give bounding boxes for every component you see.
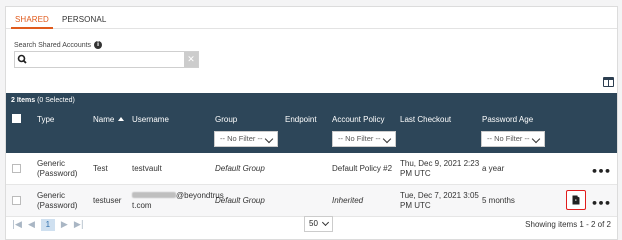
search-label-text: Search Shared Accounts [14, 41, 92, 49]
tab-shared[interactable]: SHARED [11, 15, 53, 29]
selected-count: (0 Selected) [37, 97, 75, 104]
chevron-down-icon [321, 218, 330, 227]
chevron-down-icon [531, 134, 541, 144]
more-options-icon[interactable]: ••• [591, 165, 611, 178]
cell-password-age: a year [482, 164, 505, 173]
cell-type: Generic (Password) [37, 191, 77, 211]
row-checkbox[interactable] [12, 164, 21, 173]
search-label: Search Shared Accounts i [14, 41, 103, 49]
tab-personal[interactable]: PERSONAL [62, 15, 106, 24]
type-line-2: (Password) [37, 169, 78, 178]
column-header-account-policy[interactable]: Account Policy [332, 115, 384, 124]
password-age-filter-value: -- No Filter -- [487, 134, 530, 143]
cell-password-age: 5 months [482, 196, 515, 205]
last-page-icon[interactable]: ▶| [74, 220, 84, 230]
type-line-1: Generic [37, 191, 66, 200]
account-policy-filter-value: -- No Filter -- [338, 134, 381, 143]
table-row[interactable]: Generic (Password) testuser @beyondtrus … [6, 185, 617, 217]
cell-username: @beyondtrus t.com [132, 191, 224, 211]
first-page-icon[interactable]: |◀ [12, 220, 22, 230]
search-box: ✕ [14, 51, 199, 68]
next-page-icon[interactable]: ▶ [61, 220, 68, 230]
group-filter-dropdown[interactable]: -- No Filter -- [214, 131, 278, 147]
column-header-endpoint[interactable]: Endpoint [285, 115, 317, 124]
column-layout-icon[interactable] [603, 77, 614, 87]
redacted-username [132, 192, 176, 198]
info-icon[interactable]: i [94, 41, 103, 49]
checkout-icon [572, 195, 580, 205]
password-age-filter-dropdown[interactable]: -- No Filter -- [481, 131, 545, 147]
previous-page-icon[interactable]: ◀ [28, 220, 35, 230]
cell-group: Default Group [215, 196, 265, 205]
checkout-button[interactable] [566, 190, 586, 210]
cell-type: Generic (Password) [37, 159, 77, 179]
search-input[interactable] [33, 53, 183, 66]
items-count: 2 Items (0 Selected) [11, 97, 75, 104]
chevron-down-icon [382, 134, 392, 144]
clear-search-button[interactable]: ✕ [184, 52, 198, 67]
group-filter-value: -- No Filter -- [220, 134, 263, 143]
current-page[interactable]: 1 [40, 219, 55, 231]
column-header-password-age[interactable]: Password Age [482, 115, 533, 124]
row-checkbox[interactable] [12, 196, 21, 205]
showing-items-text: Showing items 1 - 2 of 2 [525, 220, 611, 229]
last-checkout-line-2: PM UTC [400, 201, 431, 210]
account-policy-filter-dropdown[interactable]: -- No Filter -- [332, 131, 396, 147]
select-all-checkbox[interactable] [12, 114, 21, 123]
more-options-icon[interactable]: ••• [591, 197, 611, 210]
page-size-dropdown[interactable]: 50 [304, 216, 333, 232]
sort-ascending-icon [118, 117, 125, 121]
column-header-name-label: Name [93, 115, 115, 124]
cell-name: Test [93, 164, 108, 173]
shared-accounts-panel: SHARED PERSONAL Search Shared Accounts i… [5, 6, 618, 240]
last-checkout-line-1: Tue, Dec 7, 2021 3:05 [400, 191, 479, 200]
username-line-2: t.com [132, 201, 152, 210]
type-line-2: (Password) [37, 201, 78, 210]
cell-last-checkout: Tue, Dec 7, 2021 3:05 PM UTC [400, 191, 479, 211]
column-header-last-checkout[interactable]: Last Checkout [400, 115, 451, 124]
cell-account-policy: Default Policy #2 [332, 164, 393, 173]
last-checkout-line-1: Thu, Dec 9, 2021 2:23 [400, 159, 480, 168]
cell-group: Default Group [215, 164, 265, 173]
pagination: |◀ ◀ 1 ▶ ▶| [12, 219, 90, 231]
cell-last-checkout: Thu, Dec 9, 2021 2:23 PM UTC [400, 159, 479, 179]
table-row[interactable]: Generic (Password) Test testvault Defaul… [6, 153, 617, 185]
last-checkout-line-2: PM UTC [400, 169, 431, 178]
cell-username: testvault [132, 164, 162, 173]
cell-name: testuser [93, 196, 122, 205]
grid-header: 2 Items (0 Selected) Type Name Username … [6, 93, 617, 153]
page-size-value: 50 [309, 219, 318, 228]
column-header-type[interactable]: Type [37, 115, 54, 124]
column-header-username[interactable]: Username [132, 115, 169, 124]
chevron-down-icon [264, 134, 274, 144]
search-icon [17, 54, 27, 64]
tab-bar: SHARED PERSONAL [6, 7, 617, 29]
type-line-1: Generic [37, 159, 66, 168]
column-header-name[interactable]: Name [93, 115, 125, 124]
cell-account-policy: Inherited [332, 196, 364, 205]
items-count-value: 2 Items [11, 97, 36, 104]
column-header-group[interactable]: Group [215, 115, 237, 124]
